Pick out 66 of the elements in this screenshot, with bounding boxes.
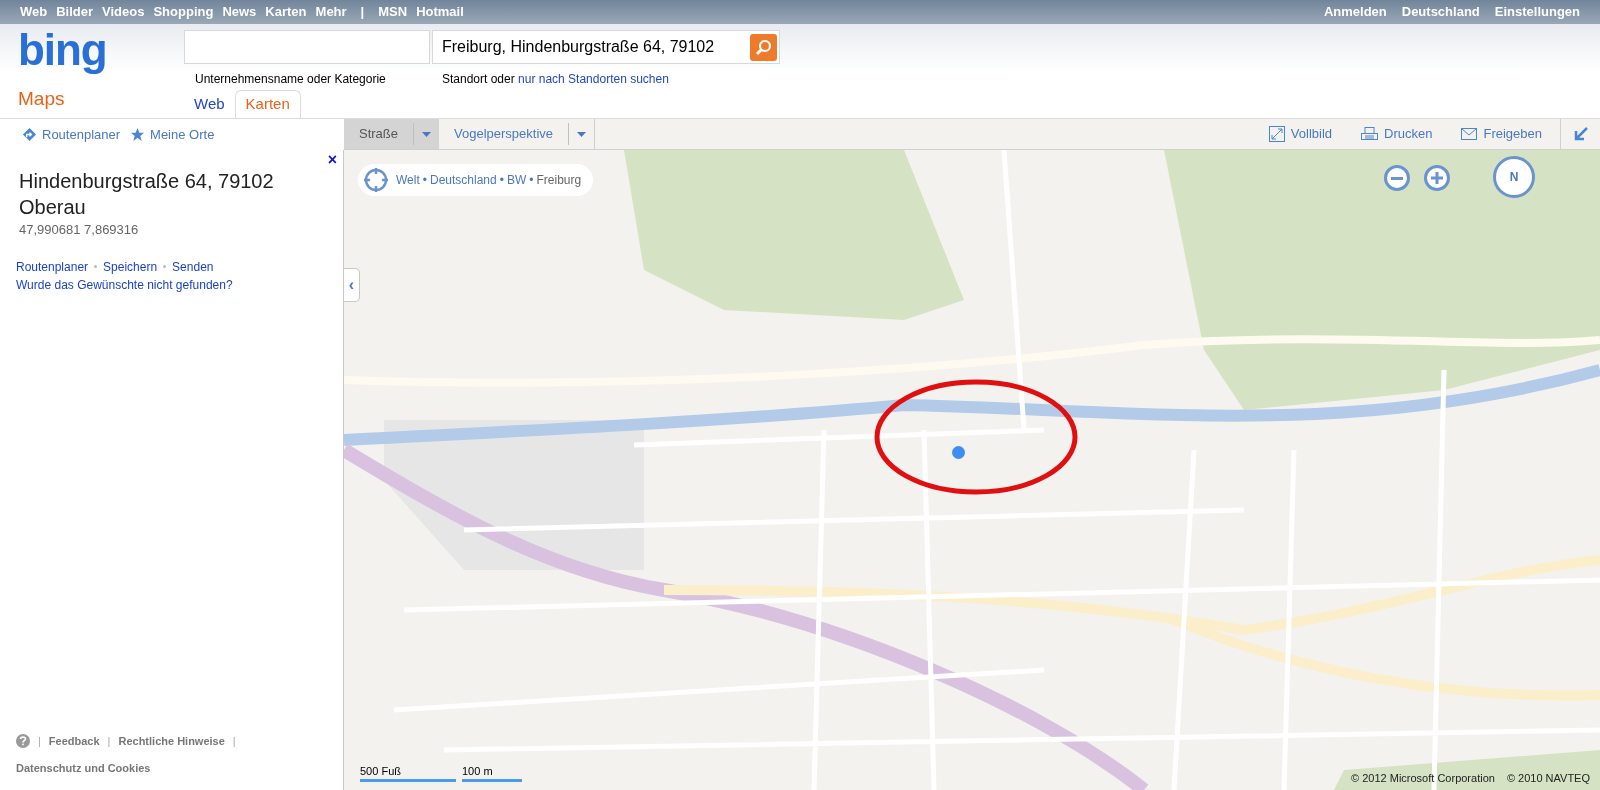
breadcrumb-link[interactable]: Welt bbox=[396, 171, 420, 189]
footer-link[interactable]: Rechtliche Hinweise bbox=[118, 733, 225, 750]
nav-link[interactable]: Einstellungen bbox=[1494, 2, 1580, 22]
result-action-link[interactable]: Speichern bbox=[103, 257, 158, 276]
footer-separator: | bbox=[38, 734, 41, 749]
result-action-link[interactable]: Routenplaner bbox=[16, 257, 89, 276]
coordinates: 47,990681 7,869316 bbox=[19, 221, 140, 239]
plus-icon bbox=[1431, 172, 1443, 184]
breadcrumb-link[interactable]: Deutschland bbox=[430, 171, 497, 189]
map-view-tab[interactable]: Vogelperspektive bbox=[439, 119, 569, 149]
close-button[interactable]: × bbox=[327, 152, 337, 168]
nav-link[interactable]: Deutschland bbox=[1401, 2, 1480, 22]
footer-link[interactable]: Feedback bbox=[48, 733, 100, 750]
scale-bar: 100 m bbox=[462, 762, 522, 782]
nav-link[interactable]: Mehr bbox=[315, 2, 347, 22]
printer-icon bbox=[1361, 126, 1379, 142]
map-action-link[interactable]: Drucken bbox=[1361, 124, 1433, 144]
result-title: Hindenburgstraße 64, 79102 bbox=[19, 169, 275, 194]
field-label: Standort oder bbox=[442, 71, 516, 88]
nav-link[interactable]: Bilder bbox=[56, 2, 94, 22]
footer-separator: | bbox=[107, 734, 111, 749]
collapse-panel-tab[interactable]: ‹ bbox=[344, 268, 360, 302]
breadcrumb-separator: • bbox=[529, 172, 534, 189]
nav-link[interactable]: Anmelden bbox=[1323, 2, 1387, 22]
nav-link[interactable]: Hotmail bbox=[416, 2, 464, 22]
dot-separator-icon bbox=[163, 265, 167, 268]
toolbar-link[interactable]: Meine Orte bbox=[130, 124, 215, 145]
map-action-link[interactable]: Vollbild bbox=[1268, 124, 1333, 144]
copyright-text: © 2010 NAVTEQ bbox=[1506, 770, 1590, 786]
arrow-icon[interactable] bbox=[1573, 127, 1588, 141]
envelope-icon bbox=[1461, 128, 1478, 140]
breadcrumb-link[interactable]: BW bbox=[506, 171, 527, 189]
minus-icon bbox=[1391, 176, 1403, 180]
turn-arrow-icon bbox=[22, 127, 37, 142]
nav-link[interactable]: News bbox=[222, 2, 257, 22]
dot-separator-icon bbox=[94, 265, 98, 268]
breadcrumb-current: Freiburg bbox=[536, 172, 582, 189]
expand-icon bbox=[1268, 126, 1285, 142]
result-action-link[interactable]: Senden bbox=[172, 257, 214, 276]
help-icon[interactable] bbox=[16, 734, 30, 749]
tab[interactable]: Web bbox=[184, 90, 235, 118]
nav-link[interactable]: MSN bbox=[378, 2, 408, 22]
breadcrumb-separator: • bbox=[499, 172, 504, 189]
star-icon bbox=[130, 127, 146, 142]
nav-link[interactable]: Web bbox=[20, 2, 48, 22]
result-subtitle: Oberau bbox=[19, 195, 87, 220]
scale-bar: 500 Fuß bbox=[360, 762, 456, 782]
toolbar-link[interactable]: Routenplaner bbox=[22, 124, 121, 145]
locations-only-link[interactable]: nur nach Standorten suchen bbox=[518, 70, 669, 88]
crosshair-icon[interactable] bbox=[363, 167, 389, 193]
map-action-link[interactable]: Freigeben bbox=[1461, 124, 1542, 144]
copyright-text: © 2012 Microsoft Corporation bbox=[1351, 770, 1495, 786]
nav-link[interactable]: Videos bbox=[102, 2, 145, 22]
section-title: Maps bbox=[18, 86, 66, 111]
field-label: Unternehmensname oder Kategorie bbox=[195, 71, 387, 88]
nav-link[interactable]: Karten bbox=[265, 2, 307, 22]
nav-link[interactable]: Shopping bbox=[153, 2, 214, 22]
breadcrumb-separator: • bbox=[422, 172, 427, 189]
business-search-field[interactable] bbox=[184, 30, 430, 64]
not-found-link[interactable]: Wurde das Gewünschte nicht gefunden? bbox=[16, 275, 233, 294]
nav-separator: | bbox=[359, 3, 366, 22]
tab[interactable]: Karten bbox=[234, 90, 301, 118]
footer-link[interactable]: Datenschutz und Cookies bbox=[16, 759, 343, 776]
location-search-field[interactable]: Freiburg, Hindenburgstraße 64, 79102 bbox=[432, 30, 780, 64]
footer-separator: | bbox=[232, 734, 236, 749]
search-icon[interactable] bbox=[750, 33, 777, 61]
